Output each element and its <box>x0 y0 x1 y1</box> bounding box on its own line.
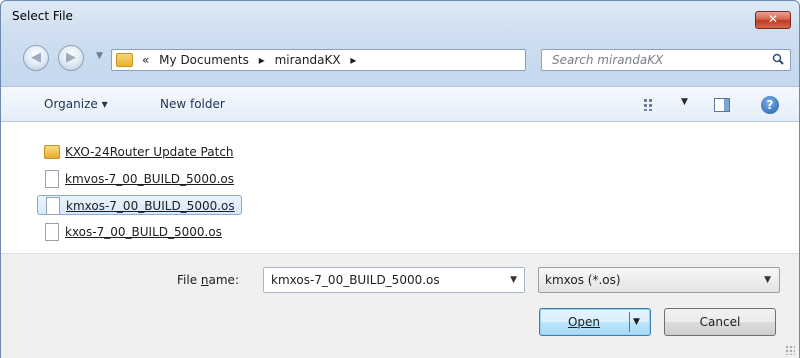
file-name: kxos-7_00_BUILD_5000.os <box>65 225 222 239</box>
file-name-combobox[interactable]: kmxos-7_00_BUILD_5000.os ▼ <box>263 267 525 293</box>
preview-pane-icon[interactable] <box>714 98 730 112</box>
command-bar: Organize ▾ New folder ▼ ? <box>1 86 799 122</box>
list-item[interactable]: kmvos-7_00_BUILD_5000.os <box>37 169 234 189</box>
breadcrumb-separator-icon[interactable]: ▸ <box>350 53 356 67</box>
organize-button[interactable]: Organize ▾ <box>44 97 108 111</box>
breadcrumb-mirandakx[interactable]: mirandaKX <box>275 53 341 67</box>
file-dialog: Select File ✕ ◀ ▶ ▼ « My Documents ▸ mir… <box>0 0 800 358</box>
file-name: KXO-24Router Update Patch <box>65 145 234 159</box>
window-title: Select File <box>12 9 73 23</box>
folder-icon <box>116 53 133 67</box>
view-dropdown-icon[interactable]: ▼ <box>681 97 688 107</box>
cancel-button[interactable]: Cancel <box>664 308 776 336</box>
breadcrumb-separator-icon[interactable]: ▸ <box>259 53 265 67</box>
close-button[interactable]: ✕ <box>755 11 791 29</box>
address-bar[interactable]: « My Documents ▸ mirandaKX ▸ ▼ ⇄ <box>111 49 630 71</box>
change-view-icon[interactable] <box>643 98 659 112</box>
file-type-select[interactable]: kmxos (*.os) ▼ <box>538 267 780 293</box>
chevron-down-icon[interactable]: ▼ <box>764 275 771 285</box>
file-icon <box>46 197 60 215</box>
file-icon <box>45 223 59 241</box>
open-options-dropdown-icon[interactable]: ▼ <box>633 309 640 335</box>
list-item-selected[interactable]: kmxos-7_00_BUILD_5000.os <box>37 195 242 215</box>
search-icon[interactable] <box>772 53 784 65</box>
list-item[interactable]: kxos-7_00_BUILD_5000.os <box>37 222 222 242</box>
open-button[interactable]: Open ▼ <box>539 308 651 336</box>
recent-pages-dropdown-icon[interactable]: ▼ <box>96 51 103 61</box>
file-name-label: File name: <box>177 273 239 287</box>
back-button[interactable]: ◀ <box>23 45 49 71</box>
folder-icon <box>44 145 60 159</box>
breadcrumb-my-documents[interactable]: My Documents <box>159 53 249 67</box>
help-icon[interactable]: ? <box>761 96 779 114</box>
chevron-down-icon[interactable]: ▼ <box>510 275 517 285</box>
split-divider <box>629 312 630 332</box>
forward-button[interactable]: ▶ <box>58 45 84 71</box>
breadcrumb-overflow[interactable]: « <box>142 53 149 67</box>
title-bar[interactable]: Select File ✕ <box>1 1 799 31</box>
address-row: ◀ ▶ ▼ « My Documents ▸ mirandaKX ▸ ▼ ⇄ S… <box>1 45 799 73</box>
search-input[interactable]: Search mirandaKX <box>552 53 663 67</box>
dialog-footer: File name: kmxos-7_00_BUILD_5000.os ▼ km… <box>1 254 799 358</box>
open-button-label: Open <box>567 315 601 329</box>
breadcrumb: « My Documents ▸ mirandaKX ▸ <box>142 53 362 67</box>
new-folder-button[interactable]: New folder <box>160 97 225 111</box>
file-icon <box>45 170 59 188</box>
file-list: KXO-24Router Update Patch kmvos-7_00_BUI… <box>1 122 799 254</box>
file-name: kmvos-7_00_BUILD_5000.os <box>65 172 234 186</box>
file-type-value: kmxos (*.os) <box>545 273 621 287</box>
file-name: kmxos-7_00_BUILD_5000.os <box>66 199 235 213</box>
search-box[interactable]: Search mirandaKX <box>541 49 791 71</box>
resize-grip[interactable] <box>785 345 795 355</box>
file-name-input[interactable]: kmxos-7_00_BUILD_5000.os <box>271 273 440 287</box>
list-item-folder[interactable]: KXO-24Router Update Patch <box>37 142 234 162</box>
